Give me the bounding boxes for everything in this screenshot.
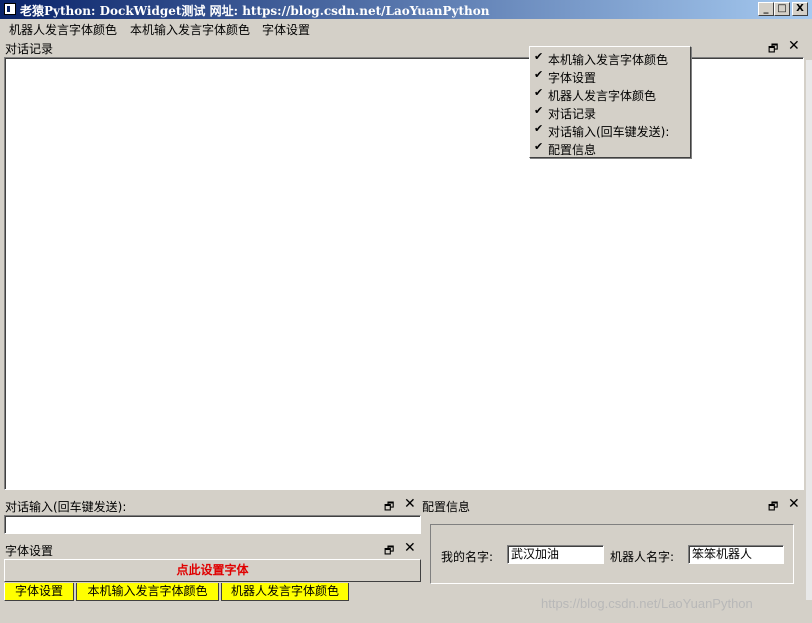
ctx-item-chat-log[interactable]: ✔ 对话记录: [530, 103, 690, 121]
ctx-item-label: 字体设置: [548, 71, 597, 85]
close-icon[interactable]: ✕: [404, 496, 416, 512]
tab-robot-font-color[interactable]: 机器人发言字体颜色: [221, 583, 349, 601]
dock-font-titlebar[interactable]: 字体设置 🗗 ✕: [0, 540, 421, 558]
window-titlebar[interactable]: 老猿Python: DockWidget测试 网址: https://blog.…: [0, 0, 812, 19]
dock-input-title: 对话输入(回车键发送):: [5, 500, 127, 514]
close-icon[interactable]: ✕: [788, 38, 800, 54]
ctx-item-robot-font-color[interactable]: ✔ 机器人发言字体颜色: [530, 85, 690, 103]
ctx-item-local-font-color[interactable]: ✔ 本机输入发言字体颜色: [530, 49, 690, 67]
check-icon: ✔: [534, 86, 544, 99]
dock-chat-title: 对话记录: [5, 42, 54, 56]
window-title: 老猿Python: DockWidget测试 网址: https://blog.…: [20, 4, 490, 18]
ctx-item-label: 本机输入发言字体颜色: [548, 53, 669, 67]
ctx-item-label: 对话输入(回车键发送):: [548, 125, 670, 139]
set-font-button[interactable]: 点此设置字体: [4, 559, 421, 582]
tab-font-settings[interactable]: 字体设置: [4, 583, 74, 601]
window-edge: [806, 60, 812, 600]
menu-font-settings[interactable]: 字体设置: [262, 21, 310, 38]
ctx-item-config-info[interactable]: ✔ 配置信息: [530, 139, 690, 157]
check-icon: ✔: [534, 104, 544, 117]
minimize-button[interactable]: _: [758, 2, 774, 16]
tab-local-font-color[interactable]: 本机输入发言字体颜色: [76, 583, 219, 601]
menu-local-font-color[interactable]: 本机输入发言字体颜色: [130, 21, 250, 38]
menubar: 机器人发言字体颜色 本机输入发言字体颜色 字体设置: [0, 19, 812, 37]
app-icon[interactable]: [4, 3, 16, 15]
my-name-label: 我的名字:: [441, 550, 494, 564]
chat-input-field[interactable]: [4, 515, 421, 534]
window-controls: _ □ X: [758, 2, 808, 16]
menu-robot-font-color[interactable]: 机器人发言字体颜色: [9, 21, 117, 38]
float-icon[interactable]: 🗗: [768, 498, 778, 517]
close-button[interactable]: X: [792, 2, 808, 16]
dock-config-title: 配置信息: [422, 500, 471, 514]
robot-name-label: 机器人名字:: [610, 550, 675, 564]
dock-context-menu: ✔ 本机输入发言字体颜色 ✔ 字体设置 ✔ 机器人发言字体颜色 ✔ 对话记录 ✔…: [529, 46, 691, 158]
close-icon[interactable]: ✕: [788, 496, 800, 512]
my-name-field[interactable]: 武汉加油: [507, 545, 604, 564]
dock-font-title: 字体设置: [5, 544, 54, 558]
check-icon: ✔: [534, 50, 544, 63]
watermark: https://blog.csdn.net/LaoYuanPython: [541, 596, 753, 611]
ctx-item-label: 对话记录: [548, 107, 597, 121]
check-icon: ✔: [534, 68, 544, 81]
ctx-item-chat-input[interactable]: ✔ 对话输入(回车键发送):: [530, 121, 690, 139]
maximize-button[interactable]: □: [774, 2, 790, 16]
ctx-item-label: 机器人发言字体颜色: [548, 89, 657, 103]
robot-name-field[interactable]: 笨笨机器人: [688, 545, 784, 564]
dock-input-titlebar[interactable]: 对话输入(回车键发送): 🗗 ✕: [0, 496, 421, 514]
check-icon: ✔: [534, 122, 544, 135]
check-icon: ✔: [534, 140, 544, 153]
ctx-item-label: 配置信息: [548, 143, 597, 157]
dock-config-titlebar[interactable]: 配置信息 🗗 ✕: [422, 496, 806, 514]
close-icon[interactable]: ✕: [404, 540, 416, 556]
ctx-item-font-settings[interactable]: ✔ 字体设置: [530, 67, 690, 85]
